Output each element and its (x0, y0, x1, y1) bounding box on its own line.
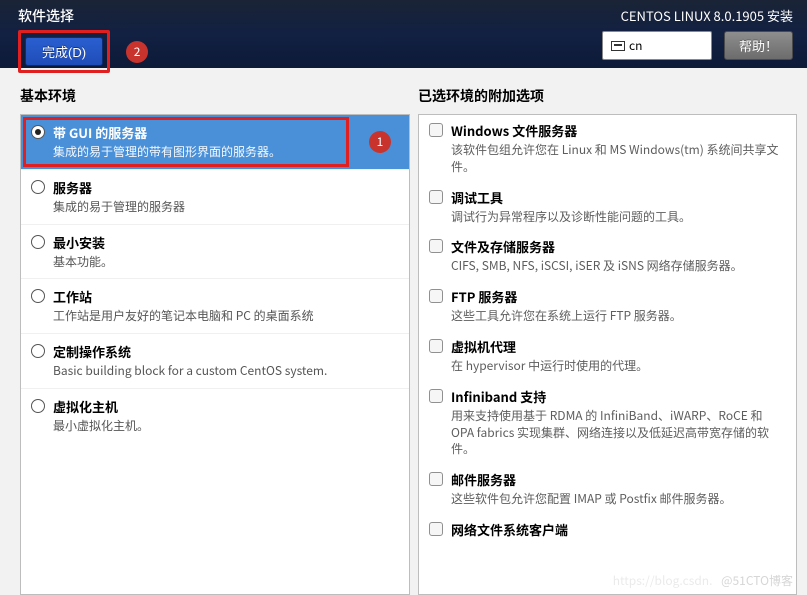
env-item[interactable]: 带 GUI 的服务器集成的易于管理的带有图形界面的服务器。1 (21, 115, 409, 170)
addon-item-label: FTP 服务器 (451, 287, 784, 306)
keyboard-layout-selector[interactable]: cn (602, 31, 712, 60)
addon-item-desc: CIFS, SMB, NFS, iSCSI, iSER 及 iSNS 网络存储服… (451, 258, 784, 275)
keyboard-layout-label: cn (629, 37, 642, 54)
env-item-label: 带 GUI 的服务器 (53, 123, 397, 142)
addon-item-desc: 调试行为异常程序以及诊断性能问题的工具。 (451, 209, 784, 226)
checkbox-icon[interactable] (429, 472, 443, 486)
radio-icon[interactable] (31, 399, 45, 413)
env-item[interactable]: 最小安装基本功能。 (21, 225, 409, 280)
addon-item[interactable]: 文件及存储服务器 CIFS, SMB, NFS, iSCSI, iSER 及 iS… (419, 231, 796, 281)
main-area: 基本环境 带 GUI 的服务器集成的易于管理的带有图形界面的服务器。1服务器集成… (0, 68, 807, 595)
checkbox-icon[interactable] (429, 123, 443, 137)
radio-icon[interactable] (31, 180, 45, 194)
addon-item[interactable]: Infiniband 支持用来支持使用基于 RDMA 的 InfiniBand、… (419, 381, 796, 464)
radio-icon[interactable] (31, 289, 45, 303)
help-button[interactable]: 帮助！ (724, 31, 793, 60)
addon-item[interactable]: FTP 服务器这些工具允许您在系统上运行 FTP 服务器。 (419, 281, 796, 331)
addon-item-label: 虚拟机代理 (451, 337, 784, 356)
installer-title: CENTOS LINUX 8.0.1905 安装 (621, 6, 793, 25)
radio-icon[interactable] (31, 125, 45, 139)
checkbox-icon[interactable] (429, 289, 443, 303)
watermark: https://blog.csdn. @51CTO博客 (613, 572, 793, 589)
env-item[interactable]: 服务器集成的易于管理的服务器 (21, 170, 409, 225)
checkbox-icon[interactable] (429, 339, 443, 353)
watermark-left: https://blog.csdn. (613, 572, 713, 589)
env-item[interactable]: 定制操作系统 Basic building block for a custom … (21, 334, 409, 389)
addon-item-label: 邮件服务器 (451, 470, 784, 489)
addon-item-label: Infiniband 支持 (451, 387, 784, 406)
checkbox-icon[interactable] (429, 190, 443, 204)
addon-item[interactable]: 邮件服务器这些软件包允许您配置 IMAP 或 Postfix 邮件服务器。 (419, 464, 796, 514)
done-button[interactable]: 完成(D) (25, 37, 103, 66)
env-item-label: 虚拟化主机 (53, 397, 397, 416)
addon-item-label: 文件及存储服务器 (451, 237, 784, 256)
top-bar: 软件选择 完成(D) 2 CENTOS LINUX 8.0.1905 安装 cn… (0, 0, 807, 68)
env-item-desc: 集成的易于管理的带有图形界面的服务器。 (53, 144, 397, 161)
addon-item[interactable]: 调试工具调试行为异常程序以及诊断性能问题的工具。 (419, 182, 796, 232)
annotation-highlight-done: 完成(D) (18, 30, 110, 73)
addon-item-label: 调试工具 (451, 188, 784, 207)
checkbox-icon[interactable] (429, 239, 443, 253)
env-item-desc: Basic building block for a custom CentOS… (53, 363, 397, 380)
base-env-panel: 带 GUI 的服务器集成的易于管理的带有图形界面的服务器。1服务器集成的易于管理… (20, 114, 410, 595)
addon-item-desc: 该软件包组允许您在 Linux 和 MS Windows(tm) 系统间共享文件… (451, 142, 784, 176)
addon-item[interactable]: 网络文件系统客户端 (419, 514, 796, 545)
addon-item-desc: 这些工具允许您在系统上运行 FTP 服务器。 (451, 308, 784, 325)
env-item-desc: 最小虚拟化主机。 (53, 418, 397, 435)
addon-item-desc: 用来支持使用基于 RDMA 的 InfiniBand、iWARP、RoCE 和 … (451, 408, 784, 458)
env-item-label: 服务器 (53, 178, 397, 197)
checkbox-icon[interactable] (429, 522, 443, 536)
env-item[interactable]: 虚拟化主机最小虚拟化主机。 (21, 389, 409, 443)
addon-item[interactable]: 虚拟机代理在 hypervisor 中运行时使用的代理。 (419, 331, 796, 381)
annotation-marker-2: 2 (126, 41, 148, 63)
addons-header: 已选环境的附加选项 (418, 86, 797, 114)
checkbox-icon[interactable] (429, 389, 443, 403)
env-item-desc: 基本功能。 (53, 254, 397, 271)
addon-item[interactable]: Windows 文件服务器该软件包组允许您在 Linux 和 MS Window… (419, 115, 796, 182)
addons-panel: Windows 文件服务器该软件包组允许您在 Linux 和 MS Window… (418, 114, 797, 595)
env-item-label: 定制操作系统 (53, 342, 397, 361)
radio-icon[interactable] (31, 235, 45, 249)
watermark-right: @51CTO博客 (721, 572, 793, 589)
addon-item-label: 网络文件系统客户端 (451, 520, 784, 539)
env-item-desc: 集成的易于管理的服务器 (53, 199, 397, 216)
env-item-desc: 工作站是用户友好的笔记本电脑和 PC 的桌面系统 (53, 308, 397, 325)
addon-item-desc: 这些软件包允许您配置 IMAP 或 Postfix 邮件服务器。 (451, 491, 784, 508)
env-item-label: 工作站 (53, 287, 397, 306)
annotation-marker-1: 1 (369, 131, 391, 153)
env-item-label: 最小安装 (53, 233, 397, 252)
radio-icon[interactable] (31, 344, 45, 358)
keyboard-icon (611, 41, 625, 51)
base-env-header: 基本环境 (20, 86, 410, 114)
page-title: 软件选择 (18, 6, 148, 26)
env-item[interactable]: 工作站工作站是用户友好的笔记本电脑和 PC 的桌面系统 (21, 279, 409, 334)
addon-item-label: Windows 文件服务器 (451, 121, 784, 140)
addon-item-desc: 在 hypervisor 中运行时使用的代理。 (451, 358, 784, 375)
